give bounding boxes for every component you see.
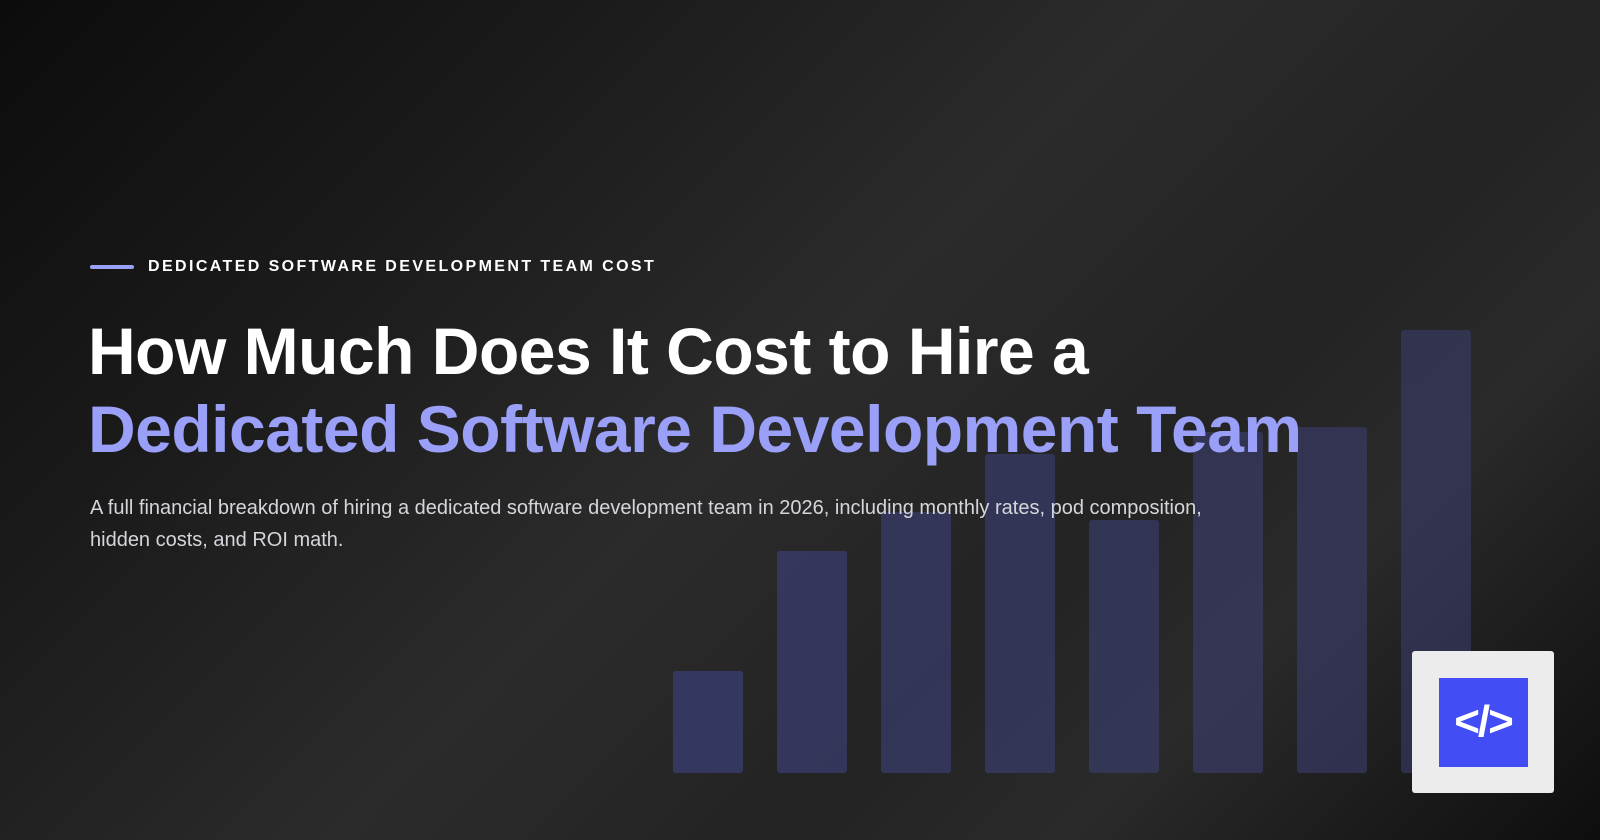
page-title: How Much Does It Cost to Hire a Dedicate… [88, 312, 1302, 468]
page-title-line-2: Dedicated Software Development Team [88, 392, 1302, 466]
decorative-bar [673, 671, 743, 773]
decorative-bar [1297, 427, 1367, 773]
page-subtitle: A full financial breakdown of hiring a d… [90, 497, 1202, 551]
decorative-bar [1089, 520, 1159, 773]
logo: </> [1412, 651, 1554, 793]
code-brackets-icon: </> [1454, 697, 1514, 746]
page-title-line-1: How Much Does It Cost to Hire a [88, 314, 1089, 388]
decorative-bar [777, 551, 847, 773]
eyebrow-accent-line [90, 265, 134, 269]
decorative-bar [1193, 432, 1263, 773]
eyebrow: DEDICATED SOFTWARE DEVELOPMENT TEAM COST [90, 258, 656, 276]
eyebrow-label: DEDICATED SOFTWARE DEVELOPMENT TEAM COST [148, 258, 657, 275]
logo-badge: </> [1438, 677, 1528, 767]
